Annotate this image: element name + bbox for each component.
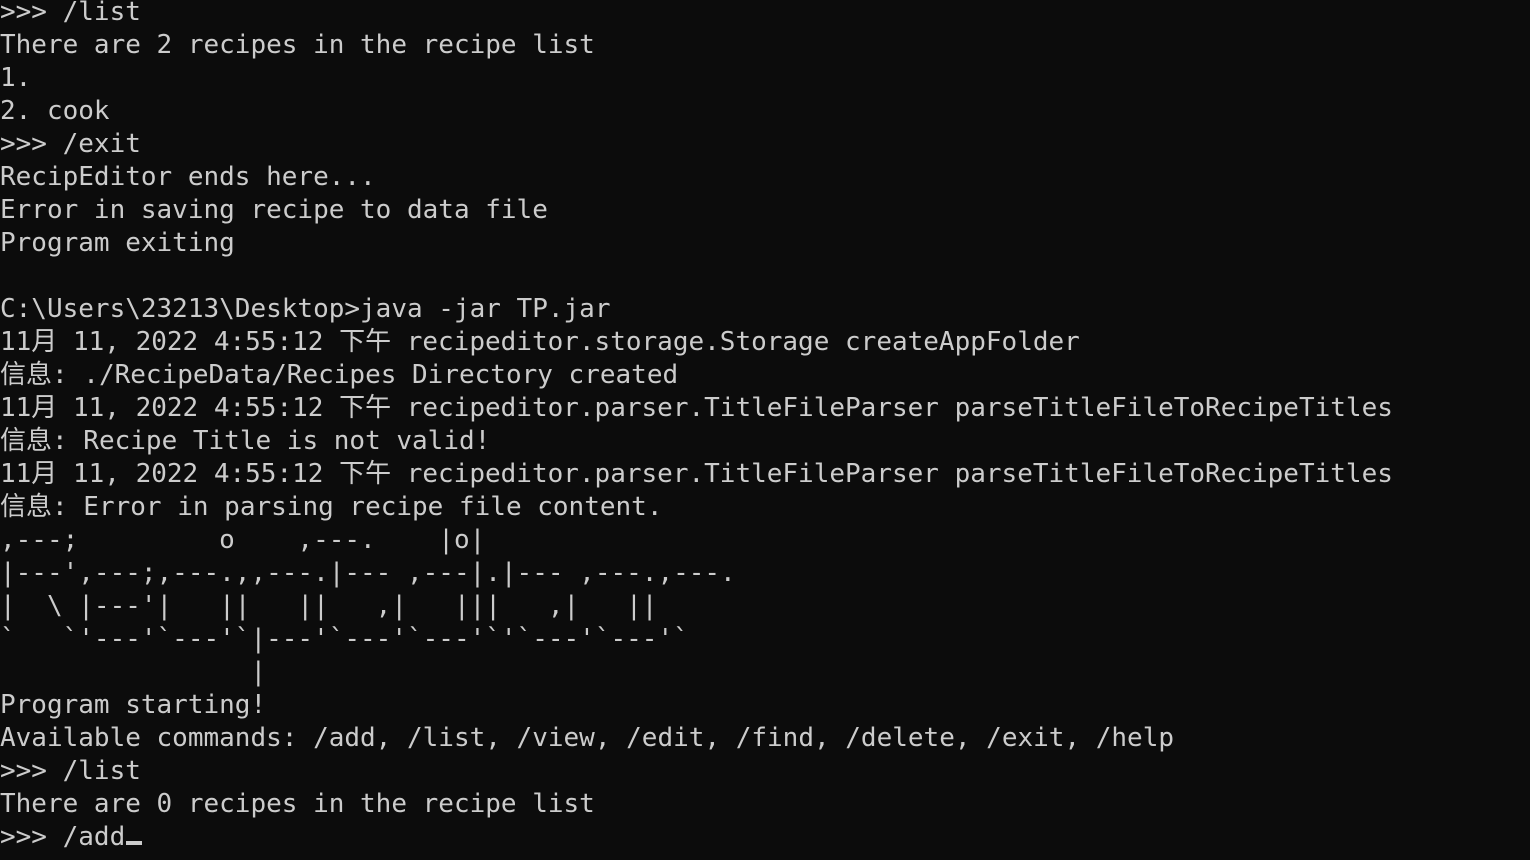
command-prompt-input[interactable]: >>> /add: [0, 821, 1393, 854]
text-cursor: [126, 841, 143, 845]
console-line: 11月 11, 2022 4:55:12 下午 recipeditor.pars…: [0, 393, 1393, 423]
console-line: 11月 11, 2022 4:55:12 下午 recipeditor.pars…: [0, 459, 1393, 489]
console-line: Available commands: /add, /list, /view, …: [0, 723, 1174, 753]
console-line: There are 0 recipes in the recipe list: [0, 789, 595, 819]
console-line: 1.: [0, 63, 32, 93]
console-line: There are 2 recipes in the recipe list: [0, 30, 595, 60]
console-line: >>> /exit: [0, 129, 141, 159]
console-line: 2. cook: [0, 96, 110, 126]
ascii-logo-line: | \ |---'| || || ,| ||| ,| ||: [0, 591, 658, 621]
ascii-logo-line: ` `'---'`---'`|---'`---'`---'`'`---'`---…: [0, 624, 689, 654]
ascii-logo-line: |: [0, 657, 267, 687]
console-line: C:\Users\23213\Desktop>java -jar TP.jar: [0, 294, 611, 324]
console-line: 信息: ./RecipeData/Recipes Directory creat…: [0, 360, 679, 390]
console-line: 11月 11, 2022 4:55:12 下午 recipeditor.stor…: [0, 327, 1080, 357]
ascii-logo-line: ,---; o ,---. |o|: [0, 525, 486, 555]
console-line: >>> /list: [0, 0, 141, 27]
console-line: Program exiting: [0, 228, 235, 258]
console-line: Error in saving recipe to data file: [0, 195, 548, 225]
console-line: RecipEditor ends here...: [0, 162, 376, 192]
console-line: 信息: Error in parsing recipe file content…: [0, 492, 663, 522]
prompt-text[interactable]: >>> /add: [0, 822, 125, 852]
console-output: >>> /list There are 2 recipes in the rec…: [0, 0, 1393, 854]
ascii-logo-line: |---',---;,---.,,---.|--- ,---|.|--- ,--…: [0, 558, 736, 588]
console-line: Program starting!: [0, 690, 267, 720]
console-line: 信息: Recipe Title is not valid!: [0, 426, 491, 456]
console-line: >>> /list: [0, 756, 141, 786]
console-window[interactable]: >>> /list There are 2 recipes in the rec…: [0, 0, 1530, 860]
